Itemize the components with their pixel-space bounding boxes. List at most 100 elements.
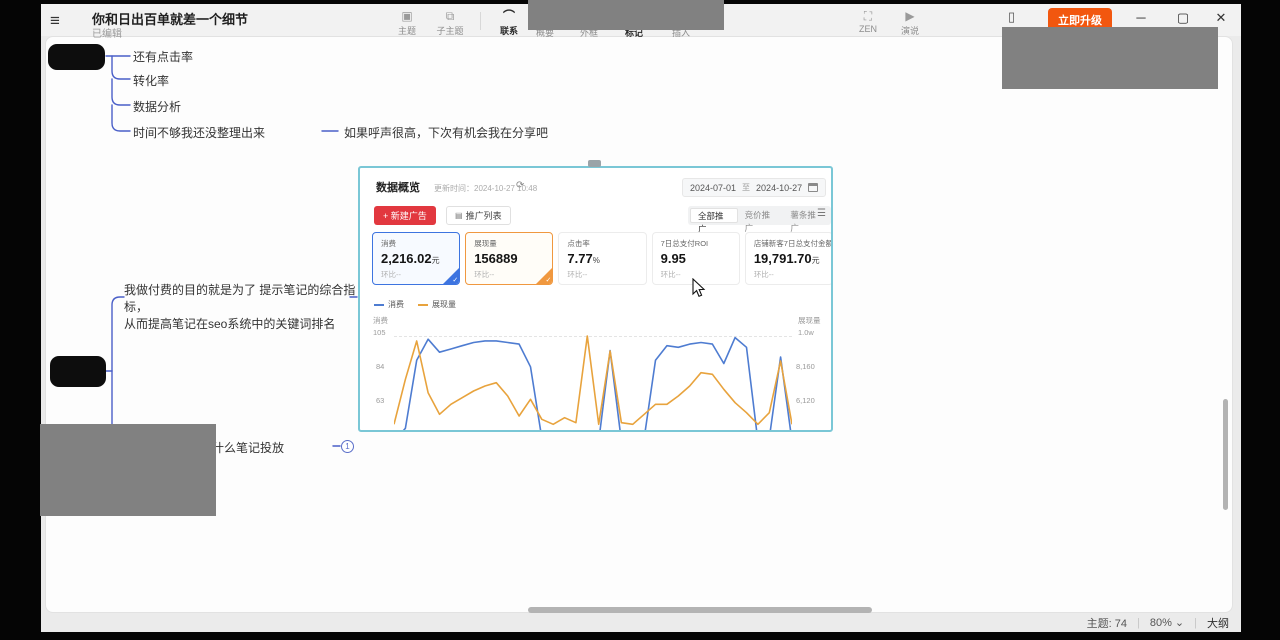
left-tick: 84 [376,362,384,371]
mindmap-topic[interactable]: 时间不够我还没整理出来 [133,124,265,141]
tab-bid-promo[interactable]: 竞价推广 [738,208,784,223]
embedded-dashboard-image[interactable]: 数据概览 更新时间：2024-10-27 10:48 ⟳ 2024-07-01 … [358,166,833,432]
promo-list-button[interactable]: ▤ 推广列表 [446,206,511,225]
stat-value: 156889 [474,251,517,266]
date-to[interactable]: 2024-10-27 [756,183,802,193]
mindmap-paragraph[interactable]: 我做付费的目的就是为了 提示笔记的综合指标， 从而提高笔记在seo系统中的关键词… [124,282,364,333]
stat-compare: 环比-- [567,269,637,280]
check-icon: ✓ [546,276,552,284]
stat-card-new-customer-pay[interactable]: 店铺新客7日总支付金额 19,791.70元 环比-- [745,232,833,285]
stat-label: 消费 [381,238,451,249]
redacted-topic-node[interactable] [48,44,105,70]
date-separator: 至 [742,182,750,193]
toolbar-subtopic-label: 子主题 [436,26,463,36]
dashboard-title: 数据概览 [376,179,420,195]
screen: ≡ 你和日出百单就差一个细节 已编辑 ▣ 主题 ⧉ 子主题 ⌒ 联系 概要 外框… [0,0,1280,640]
trend-line-chart [394,318,792,432]
mouse-cursor [692,278,706,298]
left-axis-label: 消费 [373,315,388,326]
toolbar-topic-label: 主题 [398,26,416,36]
horizontal-scrollbar[interactable] [528,607,872,613]
relation-icon: ⌒ [489,8,529,24]
toolbar-divider [480,12,481,30]
statusbar-divider: | [1194,617,1197,629]
promo-list-icon: ▤ [455,211,463,220]
right-tick: 1.0w [798,328,814,337]
stat-card-impressions[interactable]: 展现量 156889 环比-- ✓ [465,232,553,285]
zoom-control[interactable]: 80% ⌄ [1150,616,1184,629]
stat-value: 7.77 [567,251,592,266]
promo-list-label: 推广列表 [466,209,502,222]
right-axis-label: 展现量 [798,315,821,326]
tab-all-promo[interactable]: 全部推广 [690,208,738,223]
present-button[interactable]: ▶ 演说 [890,8,930,37]
left-tick: 105 [373,328,386,337]
stat-label: 展现量 [474,238,544,249]
stat-compare: 环比-- [474,269,544,280]
statusbar-divider: | [1137,617,1140,629]
stat-label: 7日总支付ROI [661,238,731,249]
sidebar-panel-icon[interactable]: ▯ [1008,9,1015,25]
zen-mode-button[interactable]: ⛶ ZEN [848,8,888,34]
redaction-box [528,0,724,30]
maximize-button[interactable]: ▢ [1172,10,1194,26]
topic-count: 主题: 74 [1087,615,1127,631]
stat-label: 点击率 [567,238,637,249]
stat-label: 店铺新客7日总支付金额 [754,238,824,249]
toolbar-relation-button[interactable]: ⌒ 联系 [489,8,529,37]
close-button[interactable]: ✕ [1210,10,1232,26]
toolbar-topic-button[interactable]: ▣ 主题 [387,8,427,37]
stat-unit: % [593,256,600,265]
mindmap-callout[interactable]: 如果呼声很高，下次有机会我在分享吧 [344,124,548,141]
image-selection-handle[interactable] [588,160,601,167]
mindmap-topic[interactable]: 数据分析 [133,98,181,115]
topic-icon: ▣ [387,8,427,24]
check-icon: ✓ [452,276,458,284]
stat-card-ctr[interactable]: 点击率 7.77% 环比-- [558,232,646,285]
stat-compare: 环比-- [381,269,451,280]
mindmap-topic[interactable]: 转化率 [133,72,169,89]
toolbar-subtopic-button[interactable]: ⧉ 子主题 [430,8,470,37]
chart-legend: 消费 展现量 [374,299,456,310]
date-range-picker[interactable]: 2024-07-01 至 2024-10-27 [682,178,826,197]
subtopic-icon: ⧉ [430,8,470,24]
stat-value: 2,216.02 [381,251,432,266]
stat-value: 19,791.70 [754,251,812,266]
right-tick: 6,120 [796,396,815,405]
chevron-down-icon: ⌄ [1175,617,1184,629]
legend-item-impressions[interactable]: 展现量 [418,299,456,310]
stat-compare: 环比-- [754,269,824,280]
refresh-icon[interactable]: ⟳ [516,180,524,191]
minimize-button[interactable]: ─ [1130,10,1152,25]
edit-status: 已编辑 [92,25,122,40]
hamburger-menu-icon[interactable]: ≡ [50,11,60,31]
redacted-topic-node[interactable] [50,356,106,387]
stat-unit: 元 [432,256,440,265]
promo-type-tabs: 全部推广 竞价推广 薯条推广 [688,206,831,225]
legend-item-spend[interactable]: 消费 [374,299,404,310]
toolbar-relation-label: 联系 [500,26,518,36]
numbered-badge[interactable]: 1 [341,440,354,453]
status-bar: 主题: 74 | 80% ⌄ | 大纲 [41,613,1241,632]
redaction-box [40,424,216,516]
calendar-icon[interactable] [808,183,818,192]
legend-dash-icon [374,304,384,306]
present-label: 演说 [901,26,919,36]
zen-icon: ⛶ [848,8,888,24]
date-from[interactable]: 2024-07-01 [690,183,736,193]
stat-cards: 消费 2,216.02元 环比-- ✓ 展现量 156889 环比-- ✓ 点击… [372,232,833,285]
left-tick: 63 [376,396,384,405]
right-tick: 8,160 [796,362,815,371]
stat-card-spend[interactable]: 消费 2,216.02元 环比-- ✓ [372,232,460,285]
mindmap-topic[interactable]: 还有点击率 [133,48,193,65]
stat-value: 9.95 [661,251,686,266]
new-ad-button[interactable]: + 新建广告 [374,206,436,225]
stat-unit: 元 [812,256,820,265]
vertical-scrollbar[interactable] [1223,399,1228,510]
zen-label: ZEN [859,24,877,34]
redaction-box [1002,27,1218,89]
outline-button[interactable]: 大纲 [1207,615,1229,631]
legend-dash-icon [418,304,428,306]
metrics-config-icon[interactable]: ☰ [817,208,826,219]
mindmap-topic-partially-covered[interactable]: 什么笔记投放 [212,439,284,456]
